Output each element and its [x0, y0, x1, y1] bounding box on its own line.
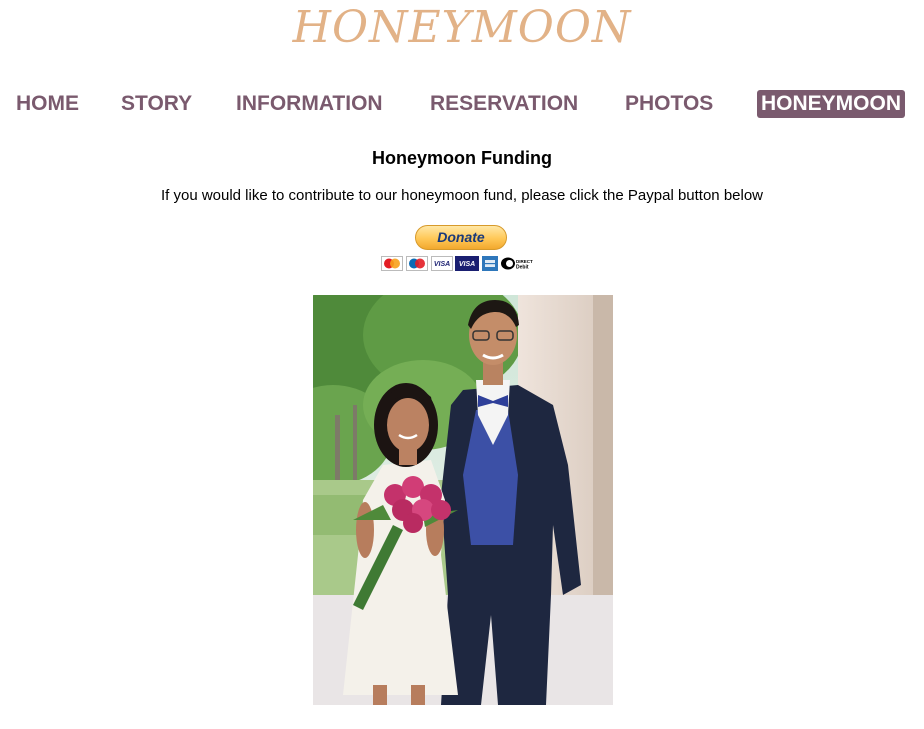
mastercard-icon — [381, 256, 403, 271]
nav-item-reservation[interactable]: RESERVATION — [430, 90, 578, 118]
nav-item-honeymoon[interactable]: HONEYMOON — [757, 90, 906, 118]
site-title: HONEYMOON — [292, 2, 632, 53]
couple-photo — [313, 295, 613, 705]
amex-icon — [482, 256, 498, 271]
maestro-icon — [406, 256, 428, 271]
nav-item-story[interactable]: STORY — [121, 90, 192, 118]
paypal-donate-button[interactable]: Donate — [415, 225, 507, 250]
intro-text: If you would like to contribute to our h… — [160, 187, 764, 204]
svg-text:DIRECT: DIRECT — [516, 259, 533, 264]
nav-item-information[interactable]: INFORMATION — [236, 90, 383, 118]
main-nav: HOME STORY INFORMATION RESERVATION PHOTO… — [0, 88, 924, 122]
visa-electron-icon: VISA — [455, 256, 479, 271]
svg-text:Debit: Debit — [516, 265, 529, 271]
page-heading: Honeymoon Funding — [372, 148, 552, 168]
nav-item-photos[interactable]: PHOTOS — [625, 90, 713, 118]
visa-icon: VISA — [431, 256, 453, 271]
nav-item-home[interactable]: HOME — [16, 90, 79, 118]
direct-debit-icon: DIRECT Debit — [500, 256, 540, 271]
